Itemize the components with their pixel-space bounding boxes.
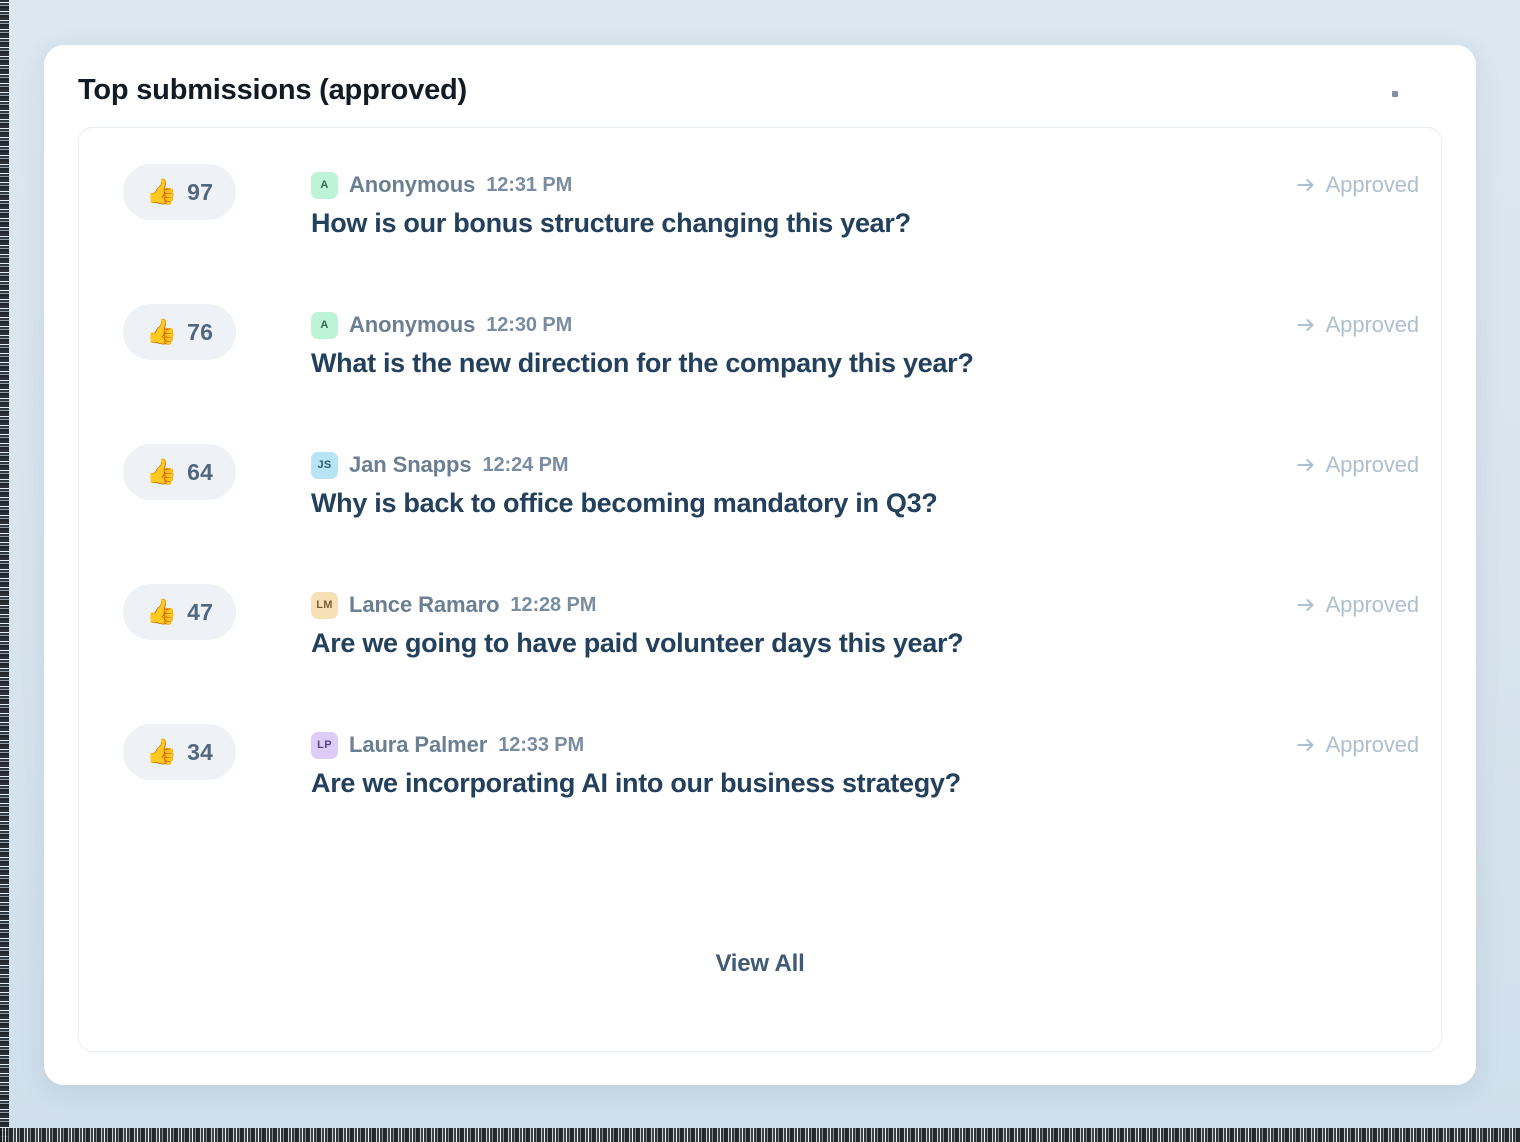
thumbs-up-icon: 👍 — [145, 317, 178, 346]
view-all-container: View All — [79, 950, 1441, 978]
status-badge: Approved — [1295, 172, 1419, 198]
thumbs-up-icon: 👍 — [145, 177, 178, 206]
left-edge-artifact — [0, 0, 9, 1142]
submission-question: Are we incorporating AI into our busines… — [311, 768, 961, 798]
submissions-list: 👍 97 A Anonymous 12:31 PM How is our bonus st… — [79, 128, 1441, 852]
author-name: Lance Ramaro — [349, 592, 500, 617]
author-name: Laura Palmer — [349, 732, 488, 757]
submission-row[interactable]: 👍 76 A Anonymous 12:30 PM What is the new dir… — [79, 292, 1441, 432]
arrow-right-icon — [1295, 174, 1317, 196]
avatar: A — [311, 171, 338, 199]
author-name: Anonymous — [349, 312, 476, 337]
submission-meta: JS Jan Snapps 12:24 PM — [311, 450, 569, 480]
status-badge: Approved — [1295, 732, 1419, 758]
submission-meta: A Anonymous 12:30 PM — [311, 310, 572, 340]
submission-row[interactable]: 👍 47 LM Lance Ramaro 12:28 PM Are we going to… — [79, 572, 1441, 712]
status-label: Approved — [1325, 732, 1419, 757]
status-badge: Approved — [1295, 592, 1419, 618]
status-label: Approved — [1325, 312, 1419, 337]
vote-pill[interactable]: 👍 97 — [123, 164, 236, 220]
submission-meta: LM Lance Ramaro 12:28 PM — [311, 590, 596, 620]
submission-time: 12:31 PM — [486, 173, 573, 196]
status-label: Approved — [1325, 172, 1419, 197]
arrow-right-icon — [1295, 734, 1317, 756]
card-header: Top submissions (approved) — [78, 69, 1442, 123]
avatar: LP — [311, 731, 338, 759]
submission-question: Why is back to office becoming mandatory… — [311, 488, 938, 518]
arrow-right-icon — [1295, 594, 1317, 616]
avatar: LM — [311, 591, 338, 619]
status-label: Approved — [1325, 592, 1419, 617]
status-label: Approved — [1325, 452, 1419, 477]
thumbs-up-icon: 👍 — [145, 737, 178, 766]
card-menu-dot-icon[interactable] — [1392, 91, 1398, 97]
submission-row[interactable]: 👍 97 A Anonymous 12:31 PM How is our bonus st… — [79, 152, 1441, 292]
vote-pill[interactable]: 👍 47 — [123, 584, 236, 640]
thumbs-up-icon: 👍 — [145, 457, 178, 486]
submission-row[interactable]: 👍 34 LP Laura Palmer 12:33 PM Are we incorpor… — [79, 712, 1441, 852]
vote-pill[interactable]: 👍 76 — [123, 304, 236, 360]
submission-question: How is our bonus structure changing this… — [311, 208, 911, 238]
status-badge: Approved — [1295, 452, 1419, 478]
author-name: Jan Snapps — [349, 452, 472, 477]
submission-time: 12:30 PM — [486, 313, 573, 336]
thumbs-up-icon: 👍 — [145, 597, 178, 626]
vote-pill[interactable]: 👍 34 — [123, 724, 236, 780]
submission-meta: A Anonymous 12:31 PM — [311, 170, 572, 200]
submission-row[interactable]: 👍 64 JS Jan Snapps 12:24 PM Why is back to of… — [79, 432, 1441, 572]
vote-count: 34 — [187, 738, 214, 765]
vote-count: 97 — [187, 178, 214, 205]
avatar: JS — [311, 451, 338, 479]
submission-time: 12:33 PM — [498, 733, 585, 756]
vote-pill[interactable]: 👍 64 — [123, 444, 236, 500]
top-submissions-card: Top submissions (approved) 👍 97 A Anonymous… — [44, 45, 1476, 1085]
vote-count: 76 — [187, 318, 214, 345]
submission-time: 12:24 PM — [482, 453, 569, 476]
submission-meta: LP Laura Palmer 12:33 PM — [311, 730, 584, 760]
arrow-right-icon — [1295, 454, 1317, 476]
vote-count: 47 — [187, 598, 214, 625]
submission-time: 12:28 PM — [510, 593, 597, 616]
submission-question: Are we going to have paid volunteer days… — [311, 628, 964, 658]
vote-count: 64 — [187, 458, 214, 485]
view-all-button[interactable]: View All — [715, 950, 804, 978]
avatar: A — [311, 311, 338, 339]
bottom-edge-artifact — [0, 1128, 1520, 1142]
arrow-right-icon — [1295, 314, 1317, 336]
status-badge: Approved — [1295, 312, 1419, 338]
submission-question: What is the new direction for the compan… — [311, 348, 974, 378]
page-title: Top submissions (approved) — [78, 74, 468, 106]
submissions-panel: 👍 97 A Anonymous 12:31 PM How is our bonus st… — [78, 127, 1442, 1052]
author-name: Anonymous — [349, 172, 476, 197]
